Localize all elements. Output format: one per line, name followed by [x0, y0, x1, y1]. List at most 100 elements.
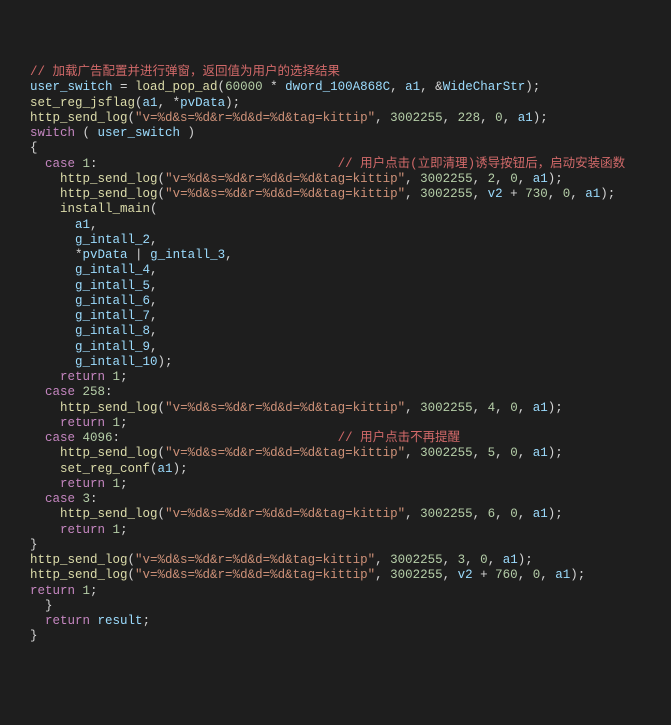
code-token: 0: [510, 446, 518, 460]
code-token: 3002255: [420, 507, 473, 521]
code-token: [75, 157, 83, 171]
code-token: ;: [533, 80, 541, 94]
code-token: 3002255: [390, 553, 443, 567]
code-token: dword_100A868C: [285, 80, 390, 94]
code-token: pvData: [83, 248, 128, 262]
code-token: 1: [113, 477, 121, 491]
code-token: g_intall_8: [75, 324, 150, 338]
code-token: ,: [473, 507, 488, 521]
code-token: 3002255: [420, 401, 473, 415]
code-token: [30, 416, 60, 430]
code-token: [120, 431, 338, 445]
code-token: [30, 279, 75, 293]
code-token: set_reg_conf: [60, 462, 150, 476]
code-token: a1: [75, 218, 90, 232]
code-token: ;: [608, 187, 616, 201]
code-token: g_intall_6: [75, 294, 150, 308]
code-token: return: [60, 416, 105, 430]
code-token: ): [600, 187, 608, 201]
code-token: ,: [150, 324, 158, 338]
code-token: ,: [518, 507, 533, 521]
code-token: (: [158, 507, 166, 521]
code-token: [30, 462, 60, 476]
code-token: ,: [495, 401, 510, 415]
code-token: ,: [473, 172, 488, 186]
code-token: 3002255: [390, 568, 443, 582]
code-token: +: [473, 568, 496, 582]
code-token: 1: [113, 523, 121, 537]
code-token: ,: [443, 568, 458, 582]
code-token: 0: [510, 401, 518, 415]
code-token: [30, 355, 75, 369]
code-token: set_reg_jsflag: [30, 96, 135, 110]
code-token: =: [113, 80, 136, 94]
code-token: ,: [465, 553, 480, 567]
code-token: 0: [480, 553, 488, 567]
code-token: ,: [443, 111, 458, 125]
code-token: (: [218, 80, 226, 94]
code-token: 258: [83, 385, 106, 399]
code-token: ,: [405, 187, 420, 201]
code-token: [30, 507, 60, 521]
code-token: v2: [488, 187, 503, 201]
code-token: http_send_log: [60, 401, 158, 415]
code-token: 3: [83, 492, 91, 506]
code-token: "v=%d&s=%d&r=%d&d=%d&tag=kittip": [165, 187, 405, 201]
code-token: ,: [405, 446, 420, 460]
code-token: ): [173, 462, 181, 476]
code-token: switch: [30, 126, 75, 140]
return-line: return result;: [30, 614, 150, 628]
code-token: return: [60, 370, 105, 384]
code-token: "v=%d&s=%d&r=%d&d=%d&tag=kittip": [165, 507, 405, 521]
code-token: ,: [225, 248, 233, 262]
code-content: // 加载广告配置并进行弹窗，返回值为用户的选择结果 user_switch =…: [30, 65, 625, 598]
code-token: a1: [533, 446, 548, 460]
brace-close-2: }: [30, 629, 38, 643]
code-token: 1: [83, 157, 91, 171]
code-token: [30, 187, 60, 201]
code-token: ,: [150, 279, 158, 293]
code-token: ,: [518, 568, 533, 582]
code-token: [30, 340, 75, 354]
code-token: // 加载广告配置并进行弹窗，返回值为用户的选择结果: [30, 65, 340, 79]
code-token: (: [128, 568, 136, 582]
code-token: ,: [158, 96, 173, 110]
brace-close: }: [30, 599, 53, 613]
code-token: (: [75, 126, 98, 140]
code-token: *: [173, 96, 181, 110]
code-token: a1: [533, 172, 548, 186]
code-token: :: [90, 492, 98, 506]
code-token: ,: [518, 446, 533, 460]
code-token: ): [225, 96, 233, 110]
code-token: case: [30, 385, 75, 399]
code-token: a1: [533, 401, 548, 415]
code-token: ,: [150, 309, 158, 323]
code-token: 60000: [225, 80, 263, 94]
code-token: [105, 416, 113, 430]
code-token: ,: [443, 553, 458, 567]
code-token: case: [30, 492, 75, 506]
code-token: ,: [495, 507, 510, 521]
code-token: (: [158, 172, 166, 186]
code-token: 4096: [83, 431, 113, 445]
code-token: ): [158, 355, 166, 369]
code-token: 760: [495, 568, 518, 582]
code-token: ,: [473, 401, 488, 415]
code-token: [30, 446, 60, 460]
code-token: ,: [488, 553, 503, 567]
code-token: http_send_log: [30, 568, 128, 582]
code-token: ;: [120, 370, 128, 384]
code-token: ,: [473, 446, 488, 460]
code-token: 0: [510, 172, 518, 186]
code-token: return: [60, 523, 105, 537]
code-token: [98, 157, 338, 171]
code-token: // 用户点击不再提醒: [338, 431, 461, 445]
code-token: user_switch: [98, 126, 181, 140]
code-token: ;: [555, 401, 563, 415]
code-token: "v=%d&s=%d&r=%d&d=%d&tag=kittip": [165, 172, 405, 186]
code-token: ;: [165, 355, 173, 369]
code-token: http_send_log: [60, 172, 158, 186]
code-token: (: [158, 187, 166, 201]
code-token: ,: [375, 111, 390, 125]
code-token: ,: [405, 401, 420, 415]
